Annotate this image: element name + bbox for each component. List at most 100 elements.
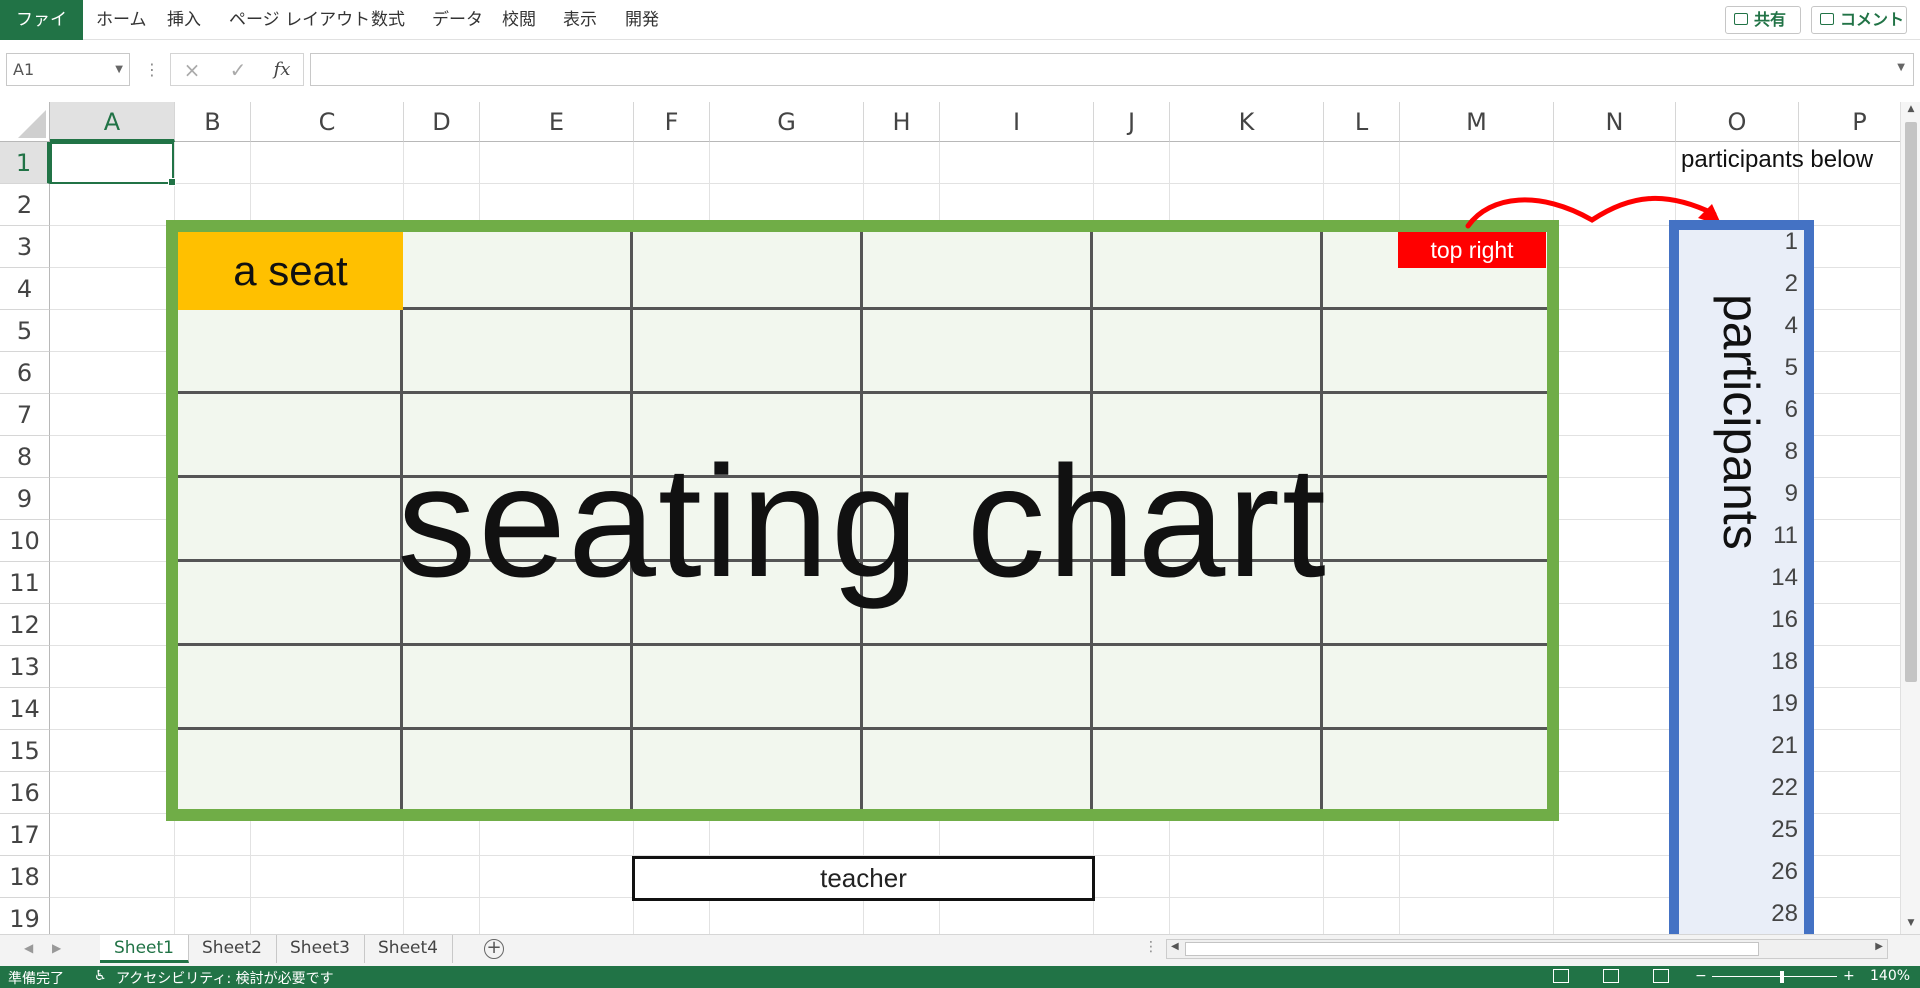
vertical-scrollbar[interactable]: ▲ ▼ (1900, 102, 1920, 934)
participant-number: 26 (1771, 858, 1798, 885)
share-button[interactable]: 共有 (1725, 6, 1801, 34)
formula-input[interactable]: ▼ (310, 53, 1914, 86)
row-header-16[interactable]: 16 (0, 772, 50, 814)
row-header-10[interactable]: 10 (0, 520, 50, 562)
row-header-17[interactable]: 17 (0, 814, 50, 856)
horizontal-scrollbar[interactable]: ◀ ▶ (1166, 939, 1888, 959)
row-header-2[interactable]: 2 (0, 184, 50, 226)
scroll-tabs-right-icon[interactable]: ▶ (52, 941, 61, 955)
column-header-a[interactable]: A (50, 102, 175, 142)
row-header-5[interactable]: 5 (0, 310, 50, 352)
participant-number: 19 (1771, 690, 1798, 717)
tab-formulas[interactable]: 数式 (371, 0, 405, 40)
row-header-13[interactable]: 13 (0, 646, 50, 688)
row-header-3[interactable]: 3 (0, 226, 50, 268)
row-header-15[interactable]: 15 (0, 730, 50, 772)
tab-page-layout[interactable]: ページ レイアウト (229, 0, 370, 40)
zoom-slider-thumb[interactable] (1780, 971, 1784, 983)
column-header-h[interactable]: H (864, 102, 940, 142)
scroll-up-icon[interactable]: ▲ (1905, 104, 1917, 118)
tab-developer[interactable]: 開発 (625, 0, 659, 40)
column-header-f[interactable]: F (634, 102, 710, 142)
seat-divider (178, 727, 1547, 730)
tab-file[interactable]: ファイル (0, 0, 83, 70)
tab-data[interactable]: データ (432, 0, 483, 40)
column-header-b[interactable]: B (175, 102, 251, 142)
participant-number: 6 (1784, 396, 1798, 423)
participant-number: 14 (1771, 564, 1798, 591)
normal-view-icon[interactable] (1553, 969, 1569, 983)
scroll-tabs-left-icon[interactable]: ◀ (24, 941, 33, 955)
column-header-p[interactable]: P (1799, 102, 1900, 142)
select-all-button[interactable] (0, 102, 50, 142)
column-header-d[interactable]: D (404, 102, 480, 142)
ribbon-tabs: ファイル ホーム 挿入 ページ レイアウト 数式 データ 校閲 表示 開発 共有… (0, 0, 1920, 70)
sheet-tab-bar: ◀ ▶ Sheet1 Sheet2 Sheet3 Sheet4 + ⋮ ◀ ▶ (0, 934, 1920, 966)
zoom-out-icon[interactable]: − (1695, 968, 1707, 984)
accessibility-icon[interactable]: ♿ (94, 968, 107, 984)
column-header-j[interactable]: J (1094, 102, 1170, 142)
row-header-14[interactable]: 14 (0, 688, 50, 730)
tab-review[interactable]: 校閲 (502, 0, 536, 40)
chevron-down-icon[interactable]: ▼ (115, 54, 123, 85)
column-header-c[interactable]: C (251, 102, 404, 142)
column-header-k[interactable]: K (1170, 102, 1324, 142)
active-cell-a1[interactable] (50, 142, 176, 186)
comment-button[interactable]: コメント (1811, 6, 1907, 34)
column-header-m[interactable]: M (1400, 102, 1554, 142)
tab-home[interactable]: ホーム (96, 0, 147, 40)
participant-number: 22 (1771, 774, 1798, 801)
row-header-18[interactable]: 18 (0, 856, 50, 898)
zoom-slider[interactable] (1712, 976, 1837, 977)
scroll-down-icon[interactable]: ▼ (1905, 918, 1917, 932)
row-header-8[interactable]: 8 (0, 436, 50, 478)
comment-icon (1820, 13, 1834, 25)
row-header-4[interactable]: 4 (0, 268, 50, 310)
row-header-9[interactable]: 9 (0, 478, 50, 520)
row-header-12[interactable]: 12 (0, 604, 50, 646)
name-box[interactable]: A1 ▼ (6, 53, 130, 86)
worksheet-grid[interactable]: A B C D E F G H I J K L M N O P 1 2 3 4 … (0, 102, 1900, 934)
participant-number: 16 (1771, 606, 1798, 633)
participant-number: 4 (1784, 312, 1798, 339)
scroll-left-icon[interactable]: ◀ (1171, 941, 1179, 952)
row-header-19[interactable]: 19 (0, 898, 50, 934)
splitter-icon[interactable]: ⋮ (1144, 939, 1158, 955)
insert-function-icon[interactable]: fx (266, 56, 298, 84)
zoom-level[interactable]: 140% (1870, 968, 1910, 984)
sheet-tab-sheet2[interactable]: Sheet2 (188, 935, 277, 963)
zoom-in-icon[interactable]: + (1843, 968, 1855, 984)
tab-insert[interactable]: 挿入 (167, 0, 201, 40)
page-layout-view-icon[interactable] (1603, 969, 1619, 983)
sheet-tab-sheet3[interactable]: Sheet3 (276, 935, 365, 963)
row-header-7[interactable]: 7 (0, 394, 50, 436)
add-sheet-icon[interactable]: + (484, 939, 504, 959)
cancel-icon[interactable]: × (176, 56, 208, 84)
column-header-l[interactable]: L (1324, 102, 1400, 142)
vertical-scroll-thumb[interactable] (1905, 122, 1917, 682)
top-right-label[interactable]: top right (1398, 232, 1546, 268)
formula-bar: A1 ▼ ⋮ × ✓ fx ▼ (0, 48, 1920, 92)
seat-divider (178, 643, 1547, 646)
seating-chart-title[interactable]: seating chart (166, 432, 1559, 612)
row-header-1[interactable]: 1 (0, 142, 50, 184)
column-header-e[interactable]: E (480, 102, 634, 142)
tab-view[interactable]: 表示 (563, 0, 597, 40)
teacher-box[interactable]: teacher (632, 856, 1095, 901)
column-header-i[interactable]: I (940, 102, 1094, 142)
expand-formula-icon[interactable]: ▼ (1897, 62, 1905, 73)
more-icon[interactable]: ⋮ (144, 60, 160, 79)
row-header-11[interactable]: 11 (0, 562, 50, 604)
accessibility-status[interactable]: アクセシビリティ: 検討が必要です (116, 968, 334, 988)
column-header-g[interactable]: G (710, 102, 864, 142)
page-break-view-icon[interactable] (1653, 969, 1669, 983)
sheet-tab-sheet1[interactable]: Sheet1 (100, 935, 189, 963)
column-header-o[interactable]: O (1676, 102, 1799, 142)
enter-icon[interactable]: ✓ (222, 56, 254, 84)
scroll-right-icon[interactable]: ▶ (1875, 941, 1883, 952)
column-header-n[interactable]: N (1554, 102, 1676, 142)
a-seat-label[interactable]: a seat (178, 232, 403, 310)
row-header-6[interactable]: 6 (0, 352, 50, 394)
sheet-tab-sheet4[interactable]: Sheet4 (364, 935, 453, 963)
horizontal-scroll-thumb[interactable] (1185, 942, 1759, 956)
